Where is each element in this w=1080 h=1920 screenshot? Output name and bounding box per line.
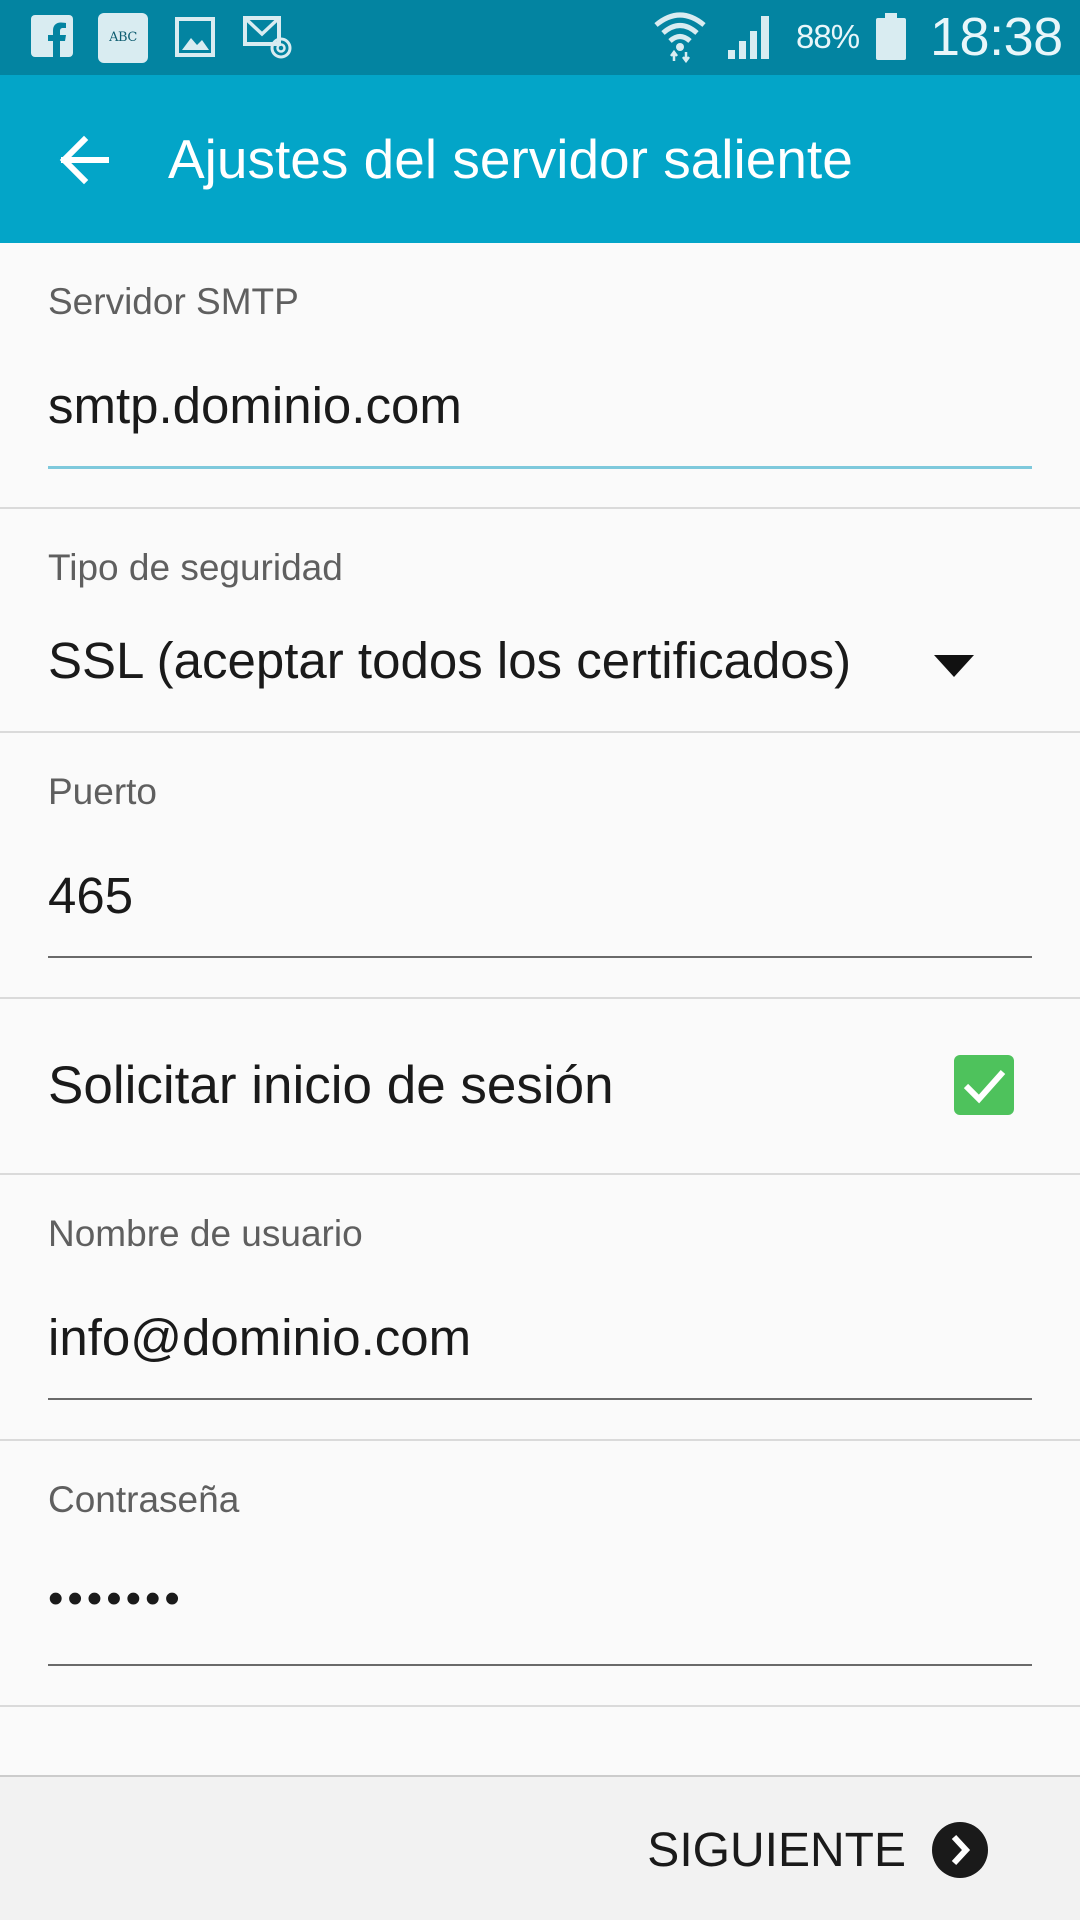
dropdown-arrow-icon <box>934 655 974 677</box>
security-type-section: Tipo de seguridad SSL (aceptar todos los… <box>0 509 1080 733</box>
password-label: Contraseña <box>48 1479 240 1520</box>
smtp-server-label: Servidor SMTP <box>48 281 299 322</box>
checkmark-icon <box>963 1070 1006 1104</box>
security-type-dropdown[interactable]: SSL (aceptar todos los certificados) <box>0 609 1080 719</box>
signal-icon <box>728 16 769 59</box>
username-underline <box>48 1398 1032 1400</box>
port-section: Puerto <box>0 733 1080 999</box>
chevron-right-circle-icon <box>932 1822 988 1878</box>
require-login-row[interactable]: Solicitar inicio de sesión <box>0 999 1080 1175</box>
back-arrow-icon[interactable] <box>50 125 120 195</box>
next-button[interactable]: SIGUIENTE <box>647 1815 988 1885</box>
password-input[interactable] <box>48 1559 1032 1639</box>
bottom-bar: SIGUIENTE <box>0 1775 1080 1920</box>
gallery-icon <box>175 17 215 57</box>
port-label: Puerto <box>48 771 158 812</box>
status-bar: ABC 88% 18:38 <box>0 0 1080 75</box>
security-type-value: SSL (aceptar todos los certificados) <box>48 632 852 689</box>
security-type-label: Tipo de seguridad <box>48 547 343 588</box>
page-title: Ajustes del servidor saliente <box>168 128 853 190</box>
port-input[interactable] <box>48 855 1032 935</box>
smtp-server-underline <box>48 466 1032 469</box>
require-login-checkbox[interactable] <box>954 1055 1014 1115</box>
email-icon <box>243 16 292 59</box>
screen: ABC 88% 18:38 Ajustes del servidor salie… <box>0 0 1080 1920</box>
require-login-label: Solicitar inicio de sesión <box>48 1056 614 1115</box>
app-bar: Ajustes del servidor saliente <box>0 75 1080 243</box>
username-section: Nombre de usuario <box>0 1175 1080 1441</box>
abc-icon: ABC <box>98 13 148 63</box>
smtp-server-input[interactable] <box>48 365 1032 445</box>
clock: 18:38 <box>930 7 1063 67</box>
battery-icon <box>876 13 906 60</box>
port-underline <box>48 956 1032 958</box>
username-label: Nombre de usuario <box>48 1213 363 1254</box>
password-underline <box>48 1664 1032 1666</box>
password-section: Contraseña <box>0 1441 1080 1707</box>
next-button-label: SIGUIENTE <box>647 1823 906 1877</box>
facebook-icon <box>31 15 73 58</box>
username-input[interactable] <box>48 1297 1032 1377</box>
wifi-icon <box>654 12 706 63</box>
battery-percent: 88% <box>796 18 860 55</box>
smtp-server-section: Servidor SMTP <box>0 243 1080 509</box>
